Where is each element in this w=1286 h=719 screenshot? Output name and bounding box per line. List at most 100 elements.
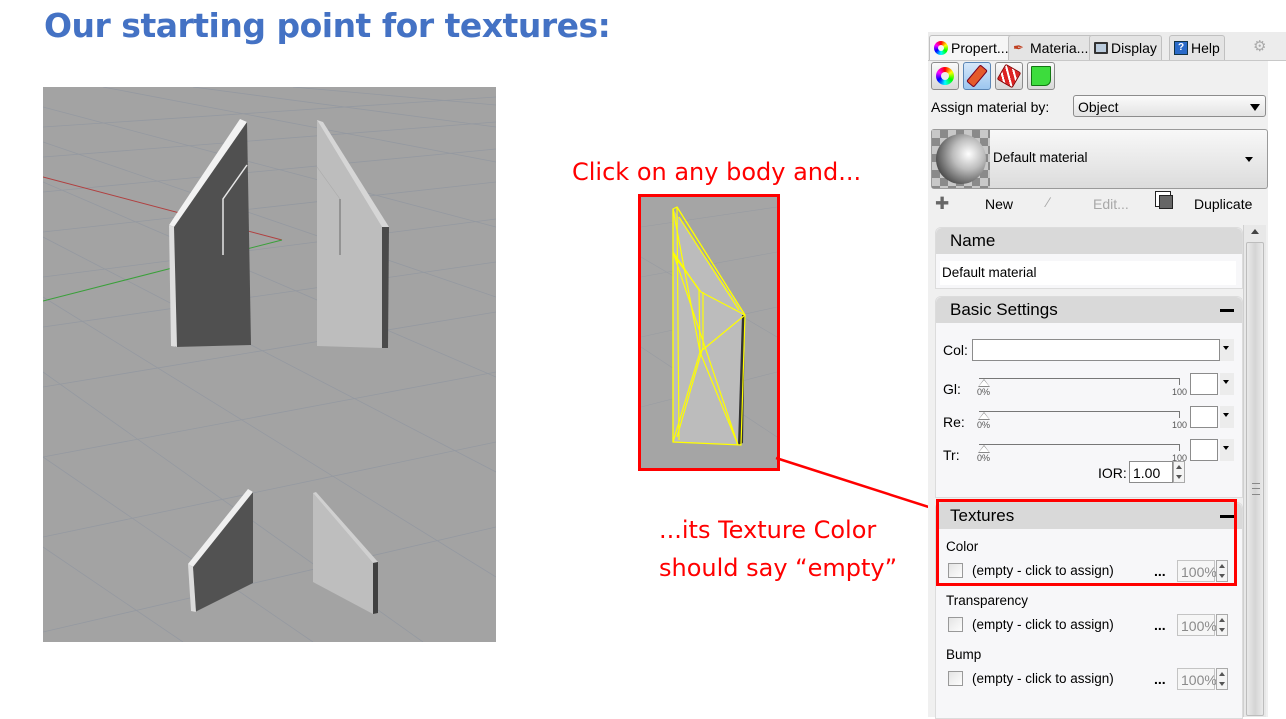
basic-settings-header[interactable]: Basic Settings bbox=[936, 297, 1242, 323]
assign-material-select[interactable]: Object bbox=[1073, 95, 1266, 117]
grip-icon bbox=[1252, 483, 1260, 495]
slider-min-label: 0% bbox=[977, 420, 991, 430]
tab-materials-label: Materia... bbox=[1030, 40, 1089, 56]
textures-section: Textures Color (empty - click to assign)… bbox=[935, 502, 1243, 719]
ior-input[interactable]: 1.00 bbox=[1129, 461, 1173, 483]
color-wheel-icon bbox=[934, 41, 948, 55]
texture-color-slot[interactable]: (empty - click to assign) bbox=[972, 563, 1114, 578]
color-field[interactable] bbox=[972, 339, 1220, 361]
material-button[interactable] bbox=[963, 62, 991, 90]
construction-grid bbox=[43, 87, 496, 642]
slider-handle[interactable] bbox=[978, 379, 990, 387]
tab-properties[interactable]: Propert... bbox=[929, 35, 1014, 60]
slider-min-label: 0% bbox=[977, 387, 991, 397]
panel-tabs: Propert... ✒ Materia... Display ? Help ⚙ bbox=[928, 32, 1286, 61]
color-dropdown-button[interactable] bbox=[1220, 339, 1234, 361]
scroll-up-icon[interactable] bbox=[1251, 229, 1259, 234]
gloss-color-swatch[interactable] bbox=[1190, 373, 1218, 395]
texture-transparency-amount[interactable]: 100% bbox=[1177, 614, 1217, 636]
texture-color-amount-spinner[interactable] bbox=[1216, 560, 1228, 582]
transparency-dropdown-button[interactable] bbox=[1220, 439, 1234, 461]
rhino-viewport[interactable] bbox=[43, 87, 496, 642]
chevron-down-icon bbox=[1250, 104, 1260, 111]
tab-materials[interactable]: ✒ Materia... bbox=[1008, 35, 1094, 60]
collapse-icon[interactable] bbox=[1220, 309, 1234, 312]
assign-material-label: Assign material by: bbox=[931, 99, 1050, 115]
texture-transparency-slot[interactable]: (empty - click to assign) bbox=[972, 617, 1114, 632]
decal-icon bbox=[996, 63, 1022, 89]
slider-max-label: 100 bbox=[1171, 420, 1187, 430]
texture-color-checkbox[interactable] bbox=[948, 563, 963, 578]
texture-transparency-more-button[interactable]: ... bbox=[1154, 617, 1166, 633]
pencil-icon: ∕ bbox=[1047, 194, 1050, 210]
tab-display[interactable]: Display bbox=[1089, 35, 1162, 60]
slider-track bbox=[979, 411, 1180, 418]
ior-label: IOR: bbox=[1098, 465, 1127, 481]
dark-panel-top bbox=[169, 119, 251, 347]
textures-header[interactable]: Textures bbox=[936, 503, 1242, 529]
decal-button[interactable] bbox=[995, 62, 1023, 90]
gear-icon[interactable]: ⚙ bbox=[1253, 39, 1269, 55]
gloss-dropdown-button[interactable] bbox=[1220, 373, 1234, 395]
texture-color-amount[interactable]: 100% bbox=[1177, 560, 1217, 582]
texture-mapping-button[interactable] bbox=[1027, 62, 1055, 90]
slider-track bbox=[979, 444, 1180, 451]
texture-bump-amount-spinner[interactable] bbox=[1216, 668, 1228, 690]
gloss-slider[interactable]: 0% 100 bbox=[977, 376, 1187, 397]
texture-bump-label: Bump bbox=[946, 647, 982, 662]
texture-transparency-amount-spinner[interactable] bbox=[1216, 614, 1228, 636]
monitor-icon bbox=[1094, 42, 1108, 54]
reflectivity-color-swatch[interactable] bbox=[1190, 406, 1218, 428]
texture-transparency-checkbox[interactable] bbox=[948, 617, 963, 632]
material-actions: ✚ New ∕ Edit... Duplicate bbox=[931, 193, 1266, 215]
transparency-color-swatch[interactable] bbox=[1190, 439, 1218, 461]
gloss-label: Gl: bbox=[943, 381, 961, 397]
plus-icon[interactable]: ✚ bbox=[935, 194, 949, 214]
tab-help[interactable]: ? Help bbox=[1169, 35, 1225, 60]
ior-spinner[interactable] bbox=[1173, 461, 1185, 483]
reflectivity-label: Re: bbox=[943, 414, 965, 430]
name-section-header[interactable]: Name bbox=[936, 228, 1242, 254]
light-panel-top bbox=[316, 120, 389, 348]
reflectivity-dropdown-button[interactable] bbox=[1220, 406, 1234, 428]
scrollbar-thumb[interactable] bbox=[1246, 242, 1264, 716]
edit-button[interactable]: Edit... bbox=[1093, 196, 1129, 212]
texture-bump-checkbox[interactable] bbox=[948, 671, 963, 686]
texture-transparency-label: Transparency bbox=[946, 593, 1029, 608]
basic-settings-title: Basic Settings bbox=[950, 300, 1058, 319]
collapse-icon[interactable] bbox=[1220, 515, 1234, 518]
tab-display-label: Display bbox=[1111, 40, 1157, 56]
basic-settings-section: Basic Settings Col: Gl: 0% 100 Re: 0% 10… bbox=[935, 296, 1243, 498]
paint-tube-icon: ✒ bbox=[1013, 40, 1024, 55]
tab-properties-label: Propert... bbox=[951, 40, 1009, 56]
panel-icon-toolbar bbox=[931, 62, 1055, 90]
slider-track bbox=[979, 378, 1180, 385]
duplicate-button[interactable]: Duplicate bbox=[1194, 196, 1252, 212]
texture-bump-amount[interactable]: 100% bbox=[1177, 668, 1217, 690]
callout-click-body: Click on any body and... bbox=[572, 158, 862, 186]
textures-title: Textures bbox=[950, 506, 1015, 525]
selected-body-thumbnail bbox=[638, 194, 780, 471]
texture-color-more-button[interactable]: ... bbox=[1154, 563, 1166, 579]
duplicate-icon[interactable] bbox=[1159, 195, 1173, 209]
sphere-preview-icon bbox=[936, 134, 986, 184]
viewport-scene bbox=[43, 87, 496, 642]
object-properties-button[interactable] bbox=[931, 62, 959, 90]
slider-min-label: 0% bbox=[977, 453, 991, 463]
slider-handle[interactable] bbox=[978, 412, 990, 420]
texture-bump-more-button[interactable]: ... bbox=[1154, 671, 1166, 687]
assign-material-value: Object bbox=[1078, 99, 1119, 115]
material-name-input[interactable]: Default material bbox=[940, 261, 1236, 285]
material-selector[interactable]: Default material bbox=[931, 129, 1268, 189]
new-button[interactable]: New bbox=[985, 196, 1013, 212]
slider-handle[interactable] bbox=[978, 445, 990, 453]
texture-bump-slot[interactable]: (empty - click to assign) bbox=[972, 671, 1114, 686]
transparency-slider[interactable]: 0% 100 bbox=[977, 442, 1187, 463]
slide-title: Our starting point for textures: bbox=[44, 6, 611, 45]
panel-scrollbar[interactable] bbox=[1243, 225, 1266, 717]
reflectivity-slider[interactable]: 0% 100 bbox=[977, 409, 1187, 430]
tab-help-label: Help bbox=[1191, 40, 1220, 56]
transparency-label: Tr: bbox=[943, 447, 960, 463]
material-icon bbox=[966, 64, 988, 88]
object-properties-icon bbox=[936, 67, 954, 85]
